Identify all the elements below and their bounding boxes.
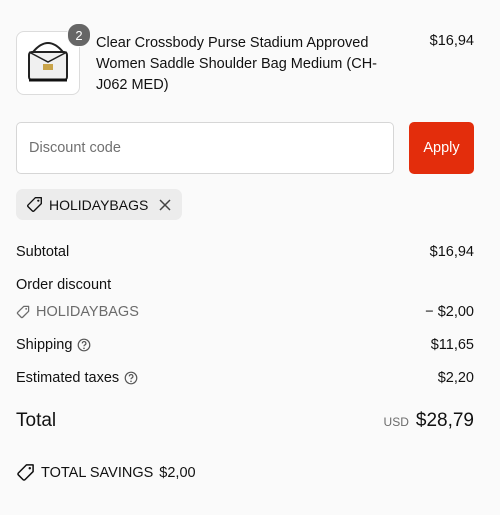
order-discount-row: Order discount: [16, 277, 474, 293]
shipping-value: $11,65: [430, 337, 474, 353]
subtotal-value: $16,94: [429, 244, 474, 260]
taxes-value: $2,20: [437, 370, 474, 386]
total-row: Total USD $28,79: [16, 410, 474, 432]
product-price: $16,94: [429, 33, 474, 49]
order-discount-label: Order discount: [16, 277, 112, 293]
close-icon: [159, 198, 171, 211]
discount-code-input[interactable]: [16, 122, 394, 174]
tag-icon: [16, 463, 35, 482]
discount-detail-row: HOLIDAYBAGS − $2,00: [16, 304, 474, 320]
shipping-info-icon[interactable]: [77, 338, 91, 352]
currency-code: USD: [383, 415, 409, 429]
remove-discount-button[interactable]: [158, 198, 172, 212]
total-label: Total: [16, 410, 57, 431]
subtotal-row: Subtotal $16,94: [16, 244, 474, 260]
taxes-row: Estimated taxes $2,20: [16, 370, 474, 386]
discount-form: Apply: [16, 122, 474, 174]
total-savings: TOTAL SAVINGS $2,00: [16, 463, 196, 482]
taxes-label: Estimated taxes: [16, 370, 120, 386]
shipping-row: Shipping $11,65: [16, 337, 474, 353]
discount-value: − $2,00: [425, 304, 474, 320]
apply-button[interactable]: Apply: [409, 122, 474, 174]
applied-discount-code: HOLIDAYBAGS: [49, 196, 149, 213]
total-amount: $28,79: [415, 410, 474, 431]
line-item: 2 Clear Crossbody Purse Stadium Approved…: [16, 23, 474, 97]
quantity-badge: 2: [67, 23, 91, 47]
tag-icon: [26, 196, 43, 213]
shipping-label: Shipping: [16, 337, 73, 353]
savings-label: TOTAL SAVINGS: [41, 464, 154, 481]
applied-discount-tag: HOLIDAYBAGS: [16, 189, 183, 220]
product-title: Clear Crossbody Purse Stadium Approved W…: [96, 35, 378, 93]
subtotal-label: Subtotal: [16, 244, 70, 260]
savings-amount: $2,00: [159, 464, 196, 481]
discount-code-label: HOLIDAYBAGS: [36, 304, 139, 320]
crossbody-bag-image: [28, 42, 68, 82]
taxes-info-icon[interactable]: [124, 371, 138, 385]
tag-icon: [16, 305, 30, 319]
